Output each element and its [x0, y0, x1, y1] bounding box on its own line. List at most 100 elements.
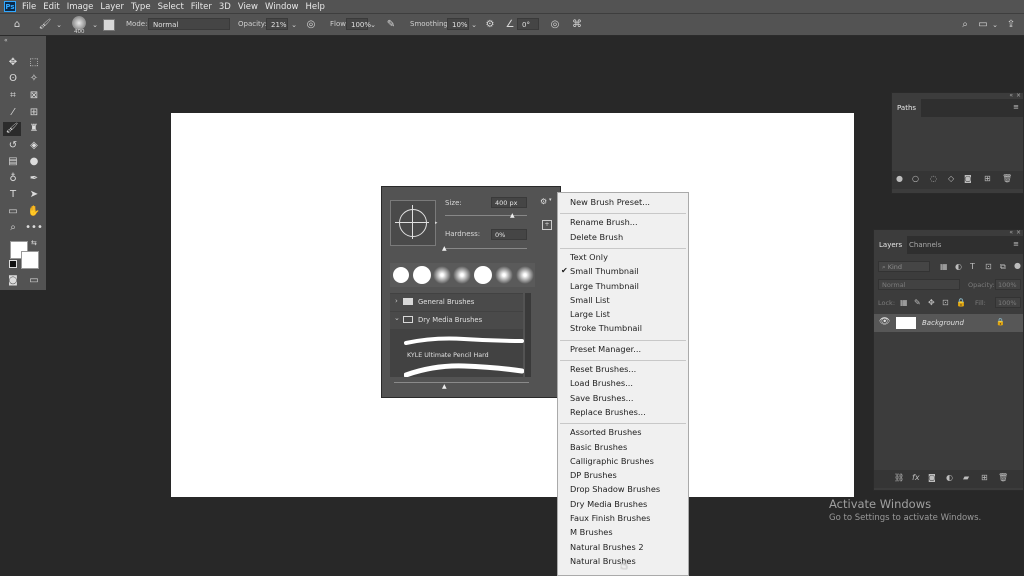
menu-item[interactable]: Replace Brushes... [570, 407, 646, 417]
collapse-icon[interactable]: « [1009, 229, 1013, 236]
chevron-down-icon[interactable]: ⌄ [366, 18, 380, 32]
tab-paths[interactable]: Paths [892, 99, 922, 117]
make-work-path-icon[interactable]: ◇ [948, 174, 954, 183]
trash-icon[interactable]: 🗑 [998, 473, 1008, 482]
recent-brush-1[interactable] [393, 267, 409, 283]
pressure-opacity-icon[interactable]: ◎ [304, 18, 318, 32]
thumbnail-size-thumb[interactable]: ▲ [442, 383, 447, 390]
menu-select[interactable]: Select [158, 2, 184, 12]
more-tools-icon[interactable]: ••• [25, 221, 43, 235]
lasso-tool-icon[interactable]: ʘ [4, 72, 22, 86]
menu-item[interactable]: Calligraphic Brushes [570, 456, 654, 466]
menu-item[interactable]: DP Brushes [570, 470, 617, 480]
chevron-down-icon[interactable]: ⌄ [287, 18, 301, 32]
panel-menu-icon[interactable]: ≡ [1013, 103, 1019, 111]
menu-item[interactable]: M Brushes [570, 527, 613, 537]
menu-window[interactable]: Window [265, 2, 299, 12]
menu-item[interactable]: Delete Brush [570, 232, 623, 242]
brush-name[interactable]: KYLE Ultimate Pencil Hard [407, 352, 489, 359]
recent-brush-7[interactable] [516, 266, 534, 284]
eyedropper-tool-icon[interactable]: ⁄ [4, 106, 22, 120]
brush-tool-icon[interactable]: 🖌 [3, 122, 21, 136]
filter-toggle-icon[interactable]: ● [1014, 261, 1021, 270]
layer-filter-kind[interactable]: ⌕ Kind [878, 261, 930, 272]
new-path-icon[interactable]: ⊞ [984, 174, 991, 183]
quick-mask-icon[interactable]: ◙ [4, 274, 22, 288]
link-layers-icon[interactable]: ⛓ [894, 473, 904, 482]
menu-item[interactable]: Rename Brush... [570, 217, 638, 227]
menu-item[interactable]: Text Only [570, 252, 608, 262]
close-icon[interactable]: × [1016, 229, 1021, 236]
quick-select-tool-icon[interactable]: ✧ [25, 72, 43, 86]
filter-adjustment-icon[interactable]: ◐ [955, 262, 962, 271]
menu-edit[interactable]: Edit [43, 2, 59, 12]
layer-opacity-input[interactable]: 100% [995, 279, 1021, 290]
filter-shape-icon[interactable]: ⊡ [985, 262, 992, 271]
menu-type[interactable]: Type [131, 2, 151, 12]
swap-colors-icon[interactable]: ⇆ [31, 239, 37, 247]
menu-image[interactable]: Image [67, 2, 94, 12]
trash-icon[interactable]: 🗑 [1002, 174, 1012, 183]
adjustment-layer-icon[interactable]: ◐ [946, 473, 953, 482]
lock-all-icon[interactable]: 🔒 [956, 298, 966, 307]
menu-view[interactable]: View [238, 2, 258, 12]
menu-help[interactable]: Help [306, 2, 325, 12]
menu-filter[interactable]: Filter [191, 2, 212, 12]
size-input[interactable]: 400 px [491, 197, 527, 208]
tab-layers[interactable]: Layers [874, 236, 908, 254]
crop-tool-icon[interactable]: ⌗ [4, 89, 22, 103]
brush-preview-icon[interactable] [72, 16, 86, 30]
brush-stroke-preview-2[interactable] [404, 363, 524, 377]
layer-row[interactable]: 👁 Background 🔒 [874, 314, 1023, 332]
add-mask-icon[interactable]: ◙ [928, 473, 936, 482]
recent-brush-4[interactable] [453, 266, 471, 284]
marquee-tool-icon[interactable]: ⬚ [25, 56, 43, 70]
menu-item[interactable]: Large Thumbnail [570, 281, 639, 291]
eraser-tool-icon[interactable]: ◈ [25, 139, 43, 153]
blur-tool-icon[interactable]: ● [25, 155, 43, 169]
symmetry-icon[interactable]: ⌘ [570, 18, 584, 32]
recent-brush-5[interactable] [474, 266, 492, 284]
dodge-tool-icon[interactable]: ♁ [4, 172, 22, 186]
lock-artboard-icon[interactable]: ⊡ [942, 298, 949, 307]
menu-file[interactable]: File [22, 2, 36, 12]
filter-smart-object-icon[interactable]: ⧉ [1000, 262, 1006, 272]
menu-item[interactable]: Preset Manager... [570, 344, 641, 354]
move-tool-icon[interactable]: ✥ [4, 56, 22, 70]
menu-item[interactable]: Drop Shadow Brushes [570, 484, 660, 494]
healing-tool-icon[interactable]: ⊞ [25, 106, 43, 120]
share-icon[interactable]: ⇪ [1004, 18, 1018, 32]
folder-icon[interactable]: ▰ [963, 473, 969, 482]
load-selection-icon[interactable]: ◌ [930, 174, 937, 183]
chevron-right-icon[interactable]: › [395, 297, 398, 305]
recent-brush-3[interactable] [433, 266, 451, 284]
layer-name[interactable]: Background [922, 319, 964, 327]
lock-image-icon[interactable]: ✎ [914, 298, 921, 307]
home-icon[interactable]: ⌂ [10, 18, 24, 32]
pressure-size-icon[interactable]: ◎ [548, 18, 562, 32]
collapse-icon[interactable]: « [1009, 92, 1013, 99]
chevron-down-icon[interactable]: ⌄ [52, 18, 66, 32]
blend-mode-select[interactable]: Normal [878, 279, 960, 290]
brush-angle-preview[interactable] [390, 200, 436, 246]
angle-input[interactable]: 0° [517, 18, 539, 30]
gear-icon[interactable]: ⚙ [540, 197, 547, 206]
chevron-down-icon[interactable]: ⌄ [467, 18, 481, 32]
pen-tool-icon[interactable]: ✒ [25, 172, 43, 186]
hardness-slider-track[interactable] [445, 248, 527, 249]
close-icon[interactable]: × [1016, 92, 1021, 99]
fx-icon[interactable]: fx [912, 473, 920, 482]
new-layer-icon[interactable]: ⊞ [981, 473, 988, 482]
eye-icon[interactable]: 👁 [879, 317, 890, 327]
menu-item[interactable]: Load Brushes... [570, 378, 633, 388]
chevron-down-icon[interactable]: ▾ [549, 197, 552, 203]
brush-list-scrollbar[interactable] [525, 293, 531, 377]
chevron-down-icon[interactable]: ⌄ [88, 18, 102, 32]
airbrush-icon[interactable]: ✎ [384, 18, 398, 32]
thumbnail-size-slider[interactable] [394, 382, 529, 383]
brush-stroke-preview[interactable] [404, 331, 524, 351]
path-select-tool-icon[interactable]: ➤ [25, 188, 43, 202]
menu-layer[interactable]: Layer [100, 2, 124, 12]
fill-path-icon[interactable]: ● [896, 174, 903, 183]
mode-select[interactable]: Normal [148, 18, 230, 30]
